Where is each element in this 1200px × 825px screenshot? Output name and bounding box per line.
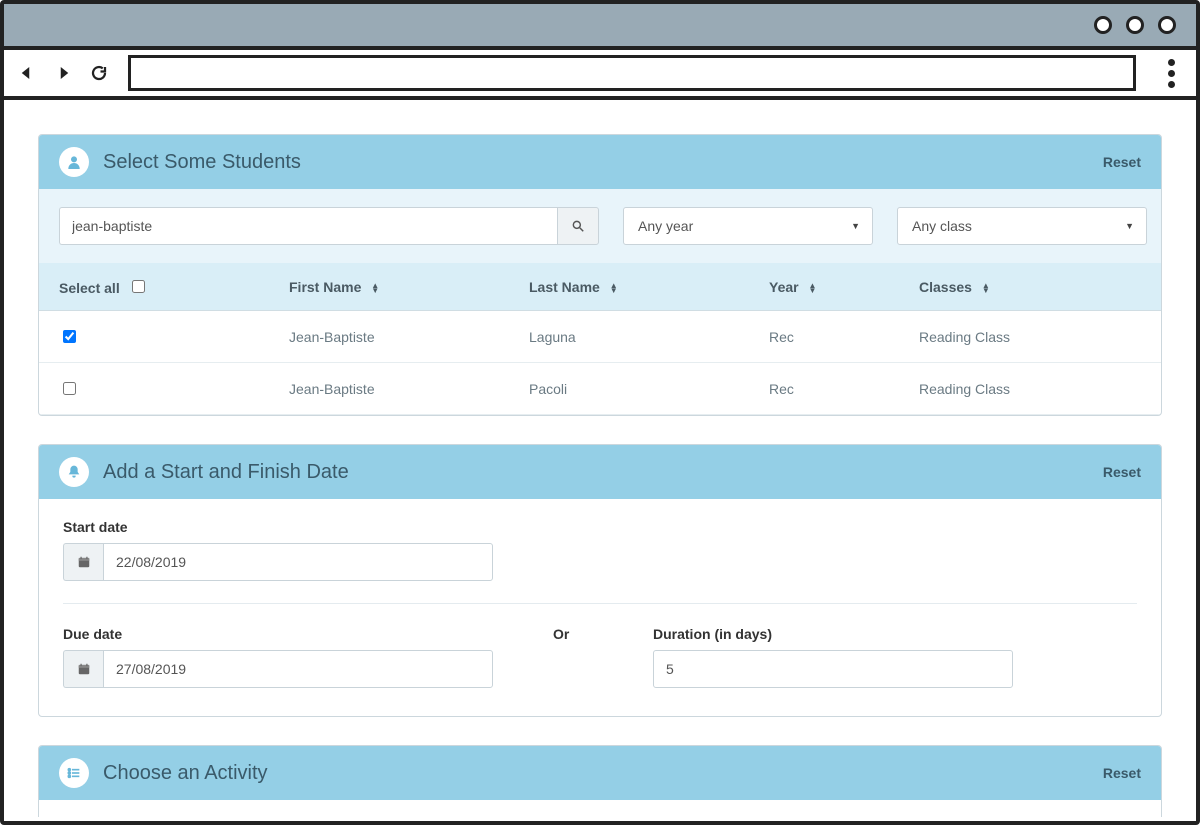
- cell-last-name: Laguna: [509, 311, 749, 363]
- last-name-label: Last Name: [529, 279, 600, 295]
- due-date-label: Due date: [63, 626, 493, 642]
- select-all-label: Select all: [59, 280, 120, 296]
- back-button[interactable]: [14, 60, 40, 86]
- last-name-header[interactable]: Last Name ▲▼: [509, 263, 749, 311]
- sort-icon: ▲▼: [610, 283, 618, 293]
- activity-panel-title: Choose an Activity: [103, 762, 268, 785]
- or-label: Or: [553, 626, 593, 642]
- cell-first-name: Jean-Baptiste: [269, 311, 509, 363]
- activity-panel-header: Choose an Activity Reset: [39, 746, 1161, 800]
- cell-first-name: Jean-Baptiste: [269, 363, 509, 415]
- year-label: Year: [769, 279, 799, 295]
- students-panel: Select Some Students Reset Any year An: [38, 134, 1162, 416]
- first-name-header[interactable]: First Name ▲▼: [269, 263, 509, 311]
- cell-year: Rec: [749, 363, 899, 415]
- browser-menu-button[interactable]: [1156, 59, 1186, 88]
- select-all-checkbox[interactable]: [132, 280, 145, 293]
- sort-icon: ▲▼: [371, 283, 379, 293]
- students-panel-header: Select Some Students Reset: [39, 135, 1161, 189]
- window-button[interactable]: [1094, 16, 1112, 34]
- window-button[interactable]: [1158, 16, 1176, 34]
- page-viewport: Select Some Students Reset Any year An: [8, 104, 1192, 817]
- window-titlebar: [4, 4, 1196, 50]
- year-header[interactable]: Year ▲▼: [749, 263, 899, 311]
- start-date-input[interactable]: [103, 543, 493, 581]
- sort-icon: ▲▼: [982, 283, 990, 293]
- duration-label: Duration (in days): [653, 626, 1013, 642]
- search-button[interactable]: [557, 207, 599, 245]
- start-date-label: Start date: [63, 519, 1137, 535]
- duration-input[interactable]: [653, 650, 1013, 688]
- divider: [63, 603, 1137, 604]
- row-checkbox[interactable]: [63, 382, 76, 395]
- first-name-label: First Name: [289, 279, 361, 295]
- dates-panel: Add a Start and Finish Date Reset Start …: [38, 444, 1162, 717]
- year-select-value: Any year: [638, 218, 693, 234]
- bell-icon: [59, 457, 89, 487]
- address-bar[interactable]: [128, 55, 1136, 91]
- activity-reset-link[interactable]: Reset: [1103, 765, 1141, 781]
- due-date-input[interactable]: [103, 650, 493, 688]
- cell-classes: Reading Class: [899, 311, 1161, 363]
- list-icon: [59, 758, 89, 788]
- student-search-input[interactable]: [59, 207, 557, 245]
- select-all-header[interactable]: Select all: [39, 263, 269, 311]
- browser-frame: Select Some Students Reset Any year An: [0, 0, 1200, 825]
- students-panel-title: Select Some Students: [103, 151, 301, 174]
- dates-panel-header: Add a Start and Finish Date Reset: [39, 445, 1161, 499]
- class-select[interactable]: Any class: [897, 207, 1147, 245]
- year-select[interactable]: Any year: [623, 207, 873, 245]
- cell-year: Rec: [749, 311, 899, 363]
- students-filter-row: Any year Any class: [39, 189, 1161, 263]
- activity-panel: Choose an Activity Reset Type of Activit…: [38, 745, 1162, 817]
- forward-button[interactable]: [50, 60, 76, 86]
- calendar-icon[interactable]: [63, 543, 103, 581]
- browser-toolbar: [4, 50, 1196, 100]
- reload-button[interactable]: [86, 60, 112, 86]
- cell-classes: Reading Class: [899, 363, 1161, 415]
- students-table: Select all First Name ▲▼ Last Name ▲▼: [39, 263, 1161, 415]
- cell-last-name: Pacoli: [509, 363, 749, 415]
- dates-reset-link[interactable]: Reset: [1103, 464, 1141, 480]
- window-button[interactable]: [1126, 16, 1144, 34]
- table-row[interactable]: Jean-Baptiste Pacoli Rec Reading Class: [39, 363, 1161, 415]
- students-reset-link[interactable]: Reset: [1103, 154, 1141, 170]
- table-row[interactable]: Jean-Baptiste Laguna Rec Reading Class: [39, 311, 1161, 363]
- class-select-value: Any class: [912, 218, 972, 234]
- dates-panel-title: Add a Start and Finish Date: [103, 461, 349, 484]
- classes-header[interactable]: Classes ▲▼: [899, 263, 1161, 311]
- calendar-icon[interactable]: [63, 650, 103, 688]
- classes-label: Classes: [919, 279, 972, 295]
- user-icon: [59, 147, 89, 177]
- row-checkbox[interactable]: [63, 330, 76, 343]
- sort-icon: ▲▼: [808, 283, 816, 293]
